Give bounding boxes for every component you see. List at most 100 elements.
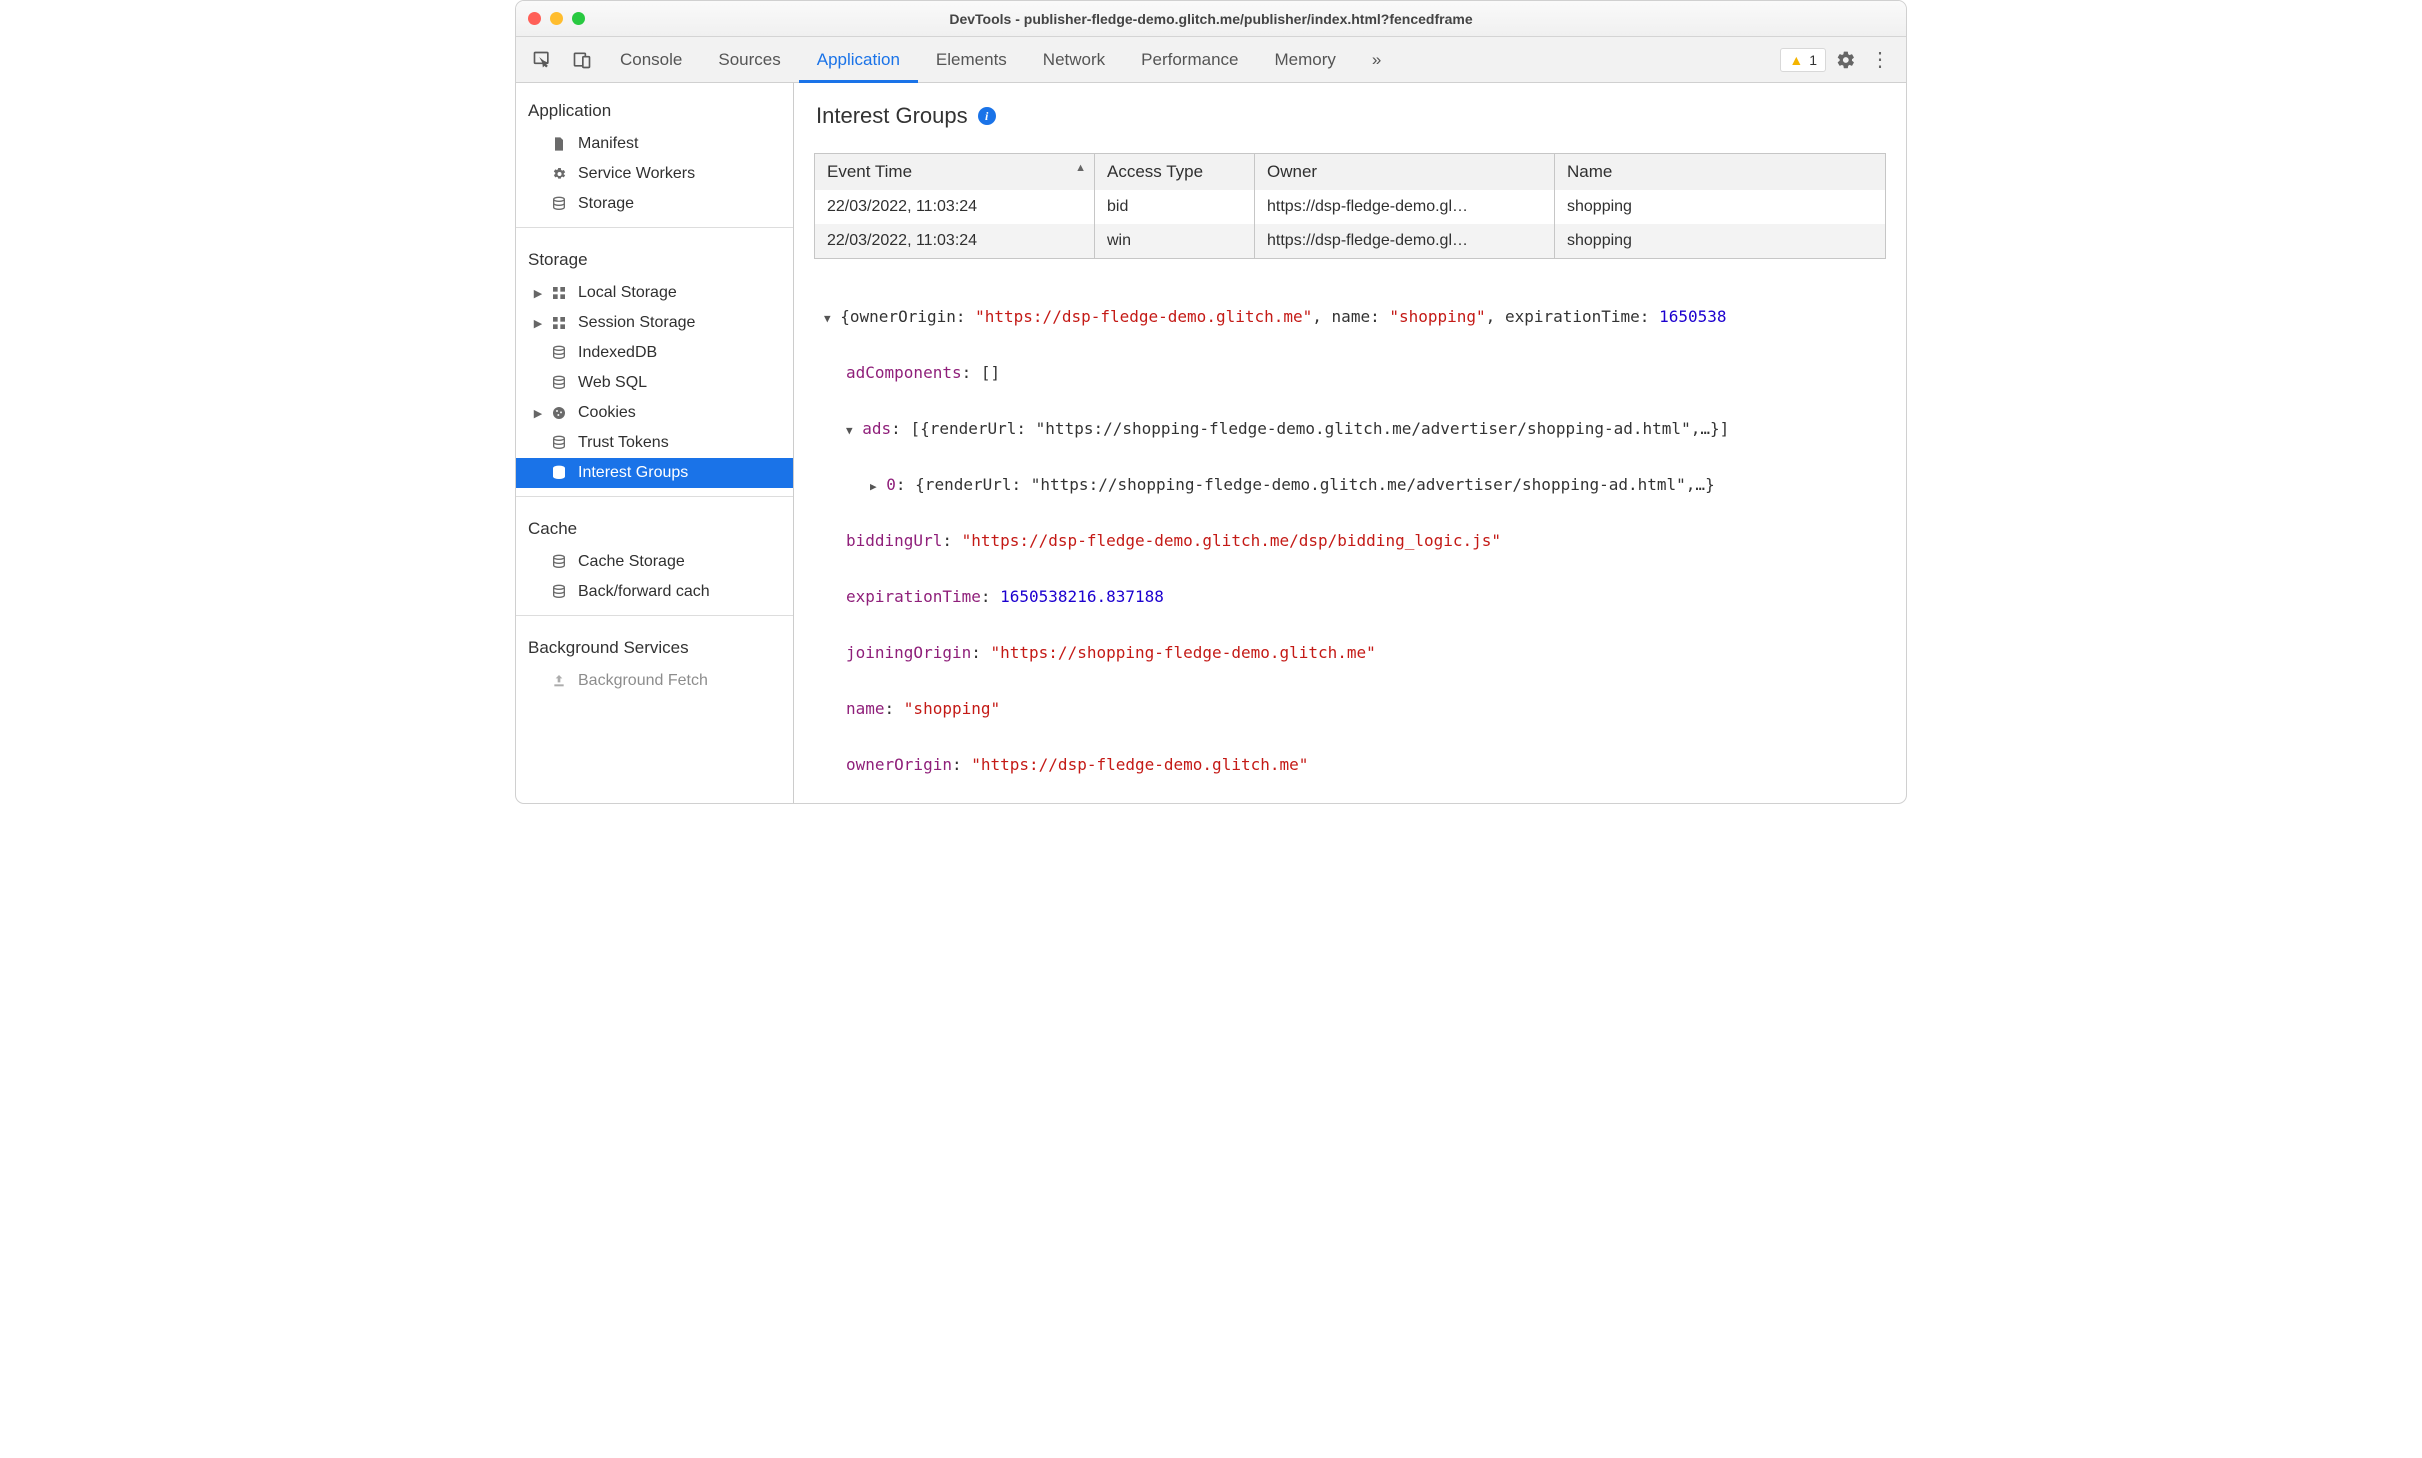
col-event-time[interactable]: Event Time▲ — [815, 154, 1095, 191]
devtools-window: DevTools - publisher-fledge-demo.glitch.… — [515, 0, 1907, 804]
sidebar-item-trust-tokens[interactable]: Trust Tokens — [516, 428, 793, 458]
sidebar-item-label: Cache Storage — [578, 553, 685, 571]
cell-owner: https://dsp-fledge-demo.gl… — [1255, 224, 1555, 259]
sidebar-item-label: Local Storage — [578, 284, 677, 302]
sidebar-item-bfcache[interactable]: Back/forward cach — [516, 577, 793, 607]
content-heading-row: Interest Groups i — [794, 83, 1906, 143]
sidebar-item-local-storage[interactable]: ▶ Local Storage — [516, 278, 793, 308]
maximize-window-button[interactable] — [572, 12, 585, 25]
database-icon — [550, 583, 568, 601]
inspect-element-button[interactable] — [522, 37, 562, 83]
sidebar-item-background-fetch[interactable]: Background Fetch — [516, 666, 793, 696]
sidebar-item-session-storage[interactable]: ▶ Session Storage — [516, 308, 793, 338]
json-key: name — [846, 699, 885, 718]
warning-icon: ▲ — [1789, 52, 1803, 68]
info-icon[interactable]: i — [978, 107, 996, 125]
tab-label: Memory — [1274, 50, 1335, 70]
sidebar-item-label: Session Storage — [578, 314, 695, 332]
cell-name: shopping — [1555, 190, 1886, 224]
cell-owner: https://dsp-fledge-demo.gl… — [1255, 190, 1555, 224]
tabstrip: Console Sources Application Elements Net… — [516, 37, 1906, 83]
tab-memory[interactable]: Memory — [1256, 37, 1353, 83]
content-pane: Interest Groups i Event Time▲ Access Typ… — [794, 83, 1906, 803]
cell-name: shopping — [1555, 224, 1886, 259]
tab-application[interactable]: Application — [799, 37, 918, 83]
database-icon — [550, 464, 568, 482]
issues-chip[interactable]: ▲ 1 — [1780, 48, 1826, 72]
database-icon — [550, 195, 568, 213]
json-value: "https://shopping-fledge-demo.glitch.me" — [991, 643, 1376, 662]
tab-performance[interactable]: Performance — [1123, 37, 1256, 83]
settings-button[interactable] — [1836, 50, 1856, 70]
json-value: "shopping" — [904, 699, 1000, 718]
application-sidebar: Application Manifest Service Workers Sto… — [516, 83, 794, 803]
json-key: ads — [862, 419, 891, 438]
sidebar-section-application: Application — [516, 87, 793, 129]
window-controls — [528, 12, 585, 25]
collapse-icon[interactable]: ▼ — [846, 421, 853, 440]
close-window-button[interactable] — [528, 12, 541, 25]
sidebar-item-manifest[interactable]: Manifest — [516, 129, 793, 159]
divider — [516, 496, 793, 497]
json-key: 0 — [886, 475, 896, 494]
table-header-row: Event Time▲ Access Type Owner Name — [815, 154, 1886, 191]
collapse-icon[interactable]: ▼ — [824, 309, 831, 328]
cell-type: win — [1095, 224, 1255, 259]
sidebar-item-cache-storage[interactable]: Cache Storage — [516, 547, 793, 577]
json-key: adComponents — [846, 363, 962, 382]
tab-elements[interactable]: Elements — [918, 37, 1025, 83]
json-value: {renderUrl: "https://shopping-fledge-dem… — [915, 475, 1715, 494]
sidebar-section-storage: Storage — [516, 236, 793, 278]
expand-icon[interactable]: ▶ — [532, 407, 544, 420]
col-name[interactable]: Name — [1555, 154, 1886, 191]
expand-icon[interactable]: ▶ — [532, 317, 544, 330]
minimize-window-button[interactable] — [550, 12, 563, 25]
database-icon — [550, 344, 568, 362]
json-key: ownerOrigin — [846, 755, 952, 774]
titlebar: DevTools - publisher-fledge-demo.glitch.… — [516, 1, 1906, 37]
more-menu-button[interactable]: ⋮ — [1866, 47, 1894, 72]
json-value: "https://dsp-fledge-demo.glitch.me/dsp/b… — [962, 531, 1501, 550]
tab-sources[interactable]: Sources — [700, 37, 798, 83]
tab-console[interactable]: Console — [602, 37, 700, 83]
cell-time: 22/03/2022, 11:03:24 — [815, 224, 1095, 259]
tab-label: Sources — [718, 50, 780, 70]
tab-label: Network — [1043, 50, 1105, 70]
json-value: [{renderUrl: "https://shopping-fledge-de… — [910, 419, 1729, 438]
issues-count: 1 — [1809, 52, 1817, 68]
sidebar-item-label: Service Workers — [578, 165, 695, 183]
table-row[interactable]: 22/03/2022, 11:03:24 bid https://dsp-fle… — [815, 190, 1886, 224]
content-heading: Interest Groups — [816, 103, 968, 129]
json-key: biddingUrl — [846, 531, 942, 550]
expand-icon[interactable]: ▶ — [870, 477, 877, 496]
sidebar-item-indexeddb[interactable]: IndexedDB — [516, 338, 793, 368]
json-value: [] — [981, 363, 1000, 382]
device-toolbar-button[interactable] — [562, 37, 602, 83]
object-inspector[interactable]: ▼ {ownerOrigin: "https://dsp-fledge-demo… — [794, 265, 1906, 803]
sidebar-item-cookies[interactable]: ▶ Cookies — [516, 398, 793, 428]
document-icon — [550, 135, 568, 153]
expand-icon[interactable]: ▶ — [532, 287, 544, 300]
json-text: {ownerOrigin: — [840, 307, 975, 326]
sidebar-item-websql[interactable]: Web SQL — [516, 368, 793, 398]
sidebar-item-interest-groups[interactable]: Interest Groups — [516, 458, 793, 488]
sidebar-section-background: Background Services — [516, 624, 793, 666]
sidebar-item-storage[interactable]: Storage — [516, 189, 793, 219]
sidebar-item-label: Manifest — [578, 135, 638, 153]
col-owner[interactable]: Owner — [1255, 154, 1555, 191]
col-access-type[interactable]: Access Type — [1095, 154, 1255, 191]
sidebar-item-label: IndexedDB — [578, 344, 657, 362]
sidebar-item-service-workers[interactable]: Service Workers — [516, 159, 793, 189]
tab-network[interactable]: Network — [1025, 37, 1123, 83]
tabs-overflow-button[interactable]: » — [1354, 37, 1399, 83]
table-row[interactable]: 22/03/2022, 11:03:24 win https://dsp-fle… — [815, 224, 1886, 259]
sidebar-item-label: Back/forward cach — [578, 583, 710, 601]
sidebar-item-label: Interest Groups — [578, 464, 688, 482]
database-icon — [550, 374, 568, 392]
divider — [516, 615, 793, 616]
json-value: "https://dsp-fledge-demo.glitch.me" — [971, 755, 1308, 774]
json-key: expirationTime — [846, 587, 981, 606]
interest-groups-table: Event Time▲ Access Type Owner Name 22/03… — [814, 153, 1886, 259]
sidebar-item-label: Storage — [578, 195, 634, 213]
sidebar-item-label: Web SQL — [578, 374, 647, 392]
